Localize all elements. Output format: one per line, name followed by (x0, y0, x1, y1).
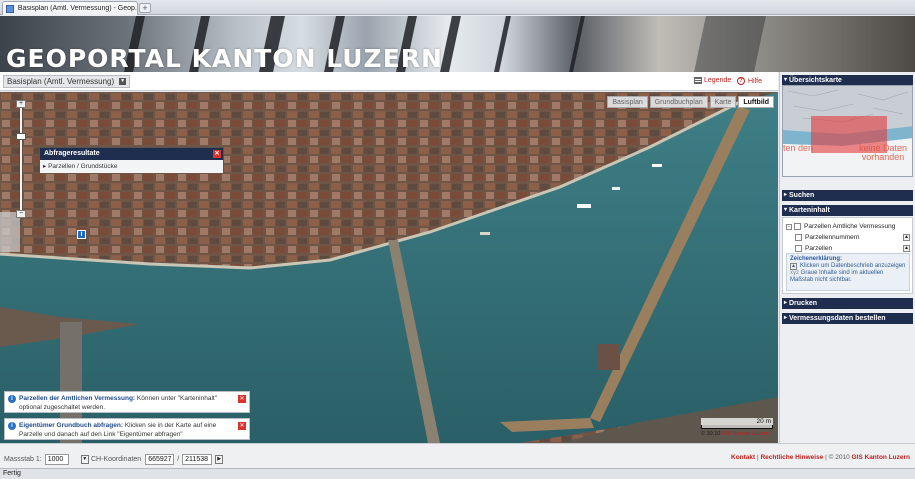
footer-brand-link[interactable]: GIS Kanton Luzern (852, 454, 911, 461)
message-title: Eigentümer Grundbuch abfragen: (19, 422, 124, 429)
layer-checkbox[interactable] (795, 245, 802, 252)
legend-line-1-text: Klicken um Datenbeschrieb anzuzeigen (800, 263, 906, 269)
map-view[interactable]: Basisplan Grundbuchplan Karte Luftbild +… (0, 92, 778, 443)
panel-search-header[interactable]: Suchen (782, 190, 913, 201)
message-title: Parzellen der Amtlichen Vermessung: (19, 395, 136, 402)
legend-box: Zeichenerklärung: ▲ Klicken um Datenbesch… (786, 253, 910, 291)
layer-checkbox[interactable] (795, 234, 802, 241)
tree-item-parcel-numbers[interactable]: Parzellennummern (795, 234, 860, 241)
browser-status-bar: Fertig (0, 468, 915, 479)
coord-separator: / (177, 456, 180, 463)
map-tab-karte[interactable]: Karte (709, 96, 737, 108)
map-copyright: © 30.10 GIS Kanton Luzern (701, 431, 773, 437)
chevron-down-icon: ▼ (119, 78, 127, 85)
page-favicon-icon (6, 4, 14, 13)
map-content-panel: − Parzellen Amtliche Vermessung Parzelle… (782, 217, 913, 294)
close-icon[interactable]: ✕ (238, 422, 246, 430)
browser-tab-strip: Basisplan (Amtl. Vermessung) - Geop... + (0, 0, 915, 15)
go-arrow-icon[interactable]: ▶ (215, 455, 224, 464)
chevron-down-icon[interactable]: ▼ (80, 455, 89, 464)
status-footer: Massstab 1: 1000 ▼ CH-Koordinaten 665927… (0, 443, 915, 468)
overview-map[interactable]: ten den keine Daten vorhanden (782, 85, 913, 177)
map-marker-icon[interactable]: i (77, 230, 86, 239)
zoom-slider[interactable]: + − (16, 100, 26, 218)
panel-print-header[interactable]: Drucken (782, 298, 913, 309)
legend-link-label: Legende (704, 77, 732, 84)
scale-control: Massstab 1: 1000 ▼ (4, 454, 89, 465)
info-message-owner: i Eigentümer Grundbuch abfragen: Klicken… (4, 418, 250, 440)
help-link[interactable]: ? Hilfe (737, 77, 762, 85)
layer-info-icon[interactable]: ▲ (903, 234, 910, 241)
layer-select[interactable]: Basisplan (Amtl. Vermessung) ▼ (3, 75, 131, 88)
browser-tab[interactable]: Basisplan (Amtl. Vermessung) - Geop... (2, 1, 138, 15)
close-icon[interactable]: ✕ (238, 395, 246, 403)
tree-group-row[interactable]: − Parzellen Amtliche Vermessung (786, 223, 895, 230)
portal-banner: GEOPORTAL KANTON LUZERN (0, 16, 915, 72)
layer-checkbox[interactable] (794, 223, 801, 230)
help-icon: ? (737, 77, 745, 85)
browser-tab-title: Basisplan (Amtl. Vermessung) - Geop... (17, 5, 137, 12)
scale-field-label: Massstab 1: (4, 456, 42, 463)
coordinate-control: CH-Koordinaten 665927 / 211538 ▶ (91, 454, 224, 465)
map-copyright-brand: GIS Kanton Luzern (721, 431, 769, 437)
info-icon: i (8, 395, 16, 403)
close-icon[interactable]: ✕ (213, 150, 221, 158)
map-tab-grundbuchplan[interactable]: Grundbuchplan (649, 96, 708, 108)
legend-sample: xyz (790, 270, 799, 276)
legend-line-1: ▲ Klicken um Datenbeschrieb anzuzeigen (790, 263, 906, 270)
tree-item-label: Parzellennummern (805, 234, 860, 241)
legend-line-2-text: Graue Inhalte sind im aktuellen Maßstab … (790, 270, 884, 283)
info-icon: i (8, 422, 16, 430)
tree-group-label: Parzellen Amtliche Vermessung (804, 223, 896, 230)
coord-x-input[interactable]: 665927 (145, 454, 175, 465)
map-tab-luftbild[interactable]: Luftbild (738, 96, 774, 108)
zoom-handle[interactable] (16, 133, 26, 140)
query-results-popup: Abfrageresultate ✕ ▸ Parzellen / Grundst… (39, 147, 224, 173)
popup-title: Abfrageresultate (44, 150, 100, 157)
legend-line-2: xyz Graue Inhalte sind im aktuellen Maßs… (790, 270, 906, 284)
panel-order-header[interactable]: Vermessungsdaten bestellen (782, 313, 913, 324)
collapse-icon[interactable]: − (786, 223, 792, 230)
map-type-tabs: Basisplan Grundbuchplan Karte Luftbild (607, 96, 774, 108)
legend-link[interactable]: Legende (694, 77, 731, 84)
popup-row-label: Parzellen / Grundstücke (48, 163, 118, 170)
popup-header: Abfrageresultate ✕ (40, 148, 223, 160)
legend-list-icon (694, 77, 702, 84)
layer-info-icon[interactable]: ▲ (903, 245, 910, 252)
zoom-track[interactable] (20, 104, 22, 212)
scale-label: 20 m (701, 418, 773, 425)
tree-item-parcels[interactable]: Parzellen (795, 245, 832, 252)
popup-row[interactable]: ▸ Parzellen / Grundstücke (40, 160, 223, 173)
coord-y-input[interactable]: 211538 (182, 454, 213, 465)
zoom-in-button[interactable]: + (16, 100, 26, 108)
zoom-out-button[interactable]: − (16, 210, 26, 218)
overview-nodata-left: ten den (783, 143, 814, 153)
map-header-bar: Basisplan (Amtl. Vermessung) ▼ Legende ?… (0, 72, 778, 91)
legend-info-icon: ▲ (790, 263, 797, 270)
layer-select-value: Basisplan (Amtl. Vermessung) (7, 77, 115, 86)
tree-item-label: Parzellen (805, 245, 833, 252)
help-link-label: Hilfe (748, 77, 763, 85)
map-tab-basisplan[interactable]: Basisplan (607, 96, 648, 108)
scale-bar-line (701, 425, 773, 429)
contact-link[interactable]: Kontakt (731, 454, 755, 461)
overview-map-image (783, 86, 912, 176)
legend-title: Zeichenerklärung: (790, 256, 843, 262)
legal-link[interactable]: Rechtliche Hinweise (760, 454, 823, 461)
overview-nodata-right: keine Daten vorhanden (858, 143, 908, 162)
scale-bar: 20 m © 30.10 GIS Kanton Luzern (701, 418, 773, 437)
info-message-parcels: i Parzellen der Amtlichen Vermessung: Kö… (4, 391, 250, 413)
sidebar: Übersichtskarte ten den keine Daten vorh… (779, 72, 915, 443)
scale-input[interactable]: 1000 (44, 454, 69, 465)
panel-content-header[interactable]: Karteninhalt (782, 205, 913, 216)
footer-copyright: | © 2010 (823, 454, 852, 461)
map-copyright-prefix: © 30.10 (701, 431, 722, 437)
portal-title: GEOPORTAL KANTON LUZERN (6, 44, 443, 72)
new-tab-button[interactable]: + (139, 3, 151, 13)
coord-label: CH-Koordinaten (91, 456, 142, 463)
footer-links: Kontakt | Rechtliche Hinweise | © 2010 G… (731, 454, 910, 461)
